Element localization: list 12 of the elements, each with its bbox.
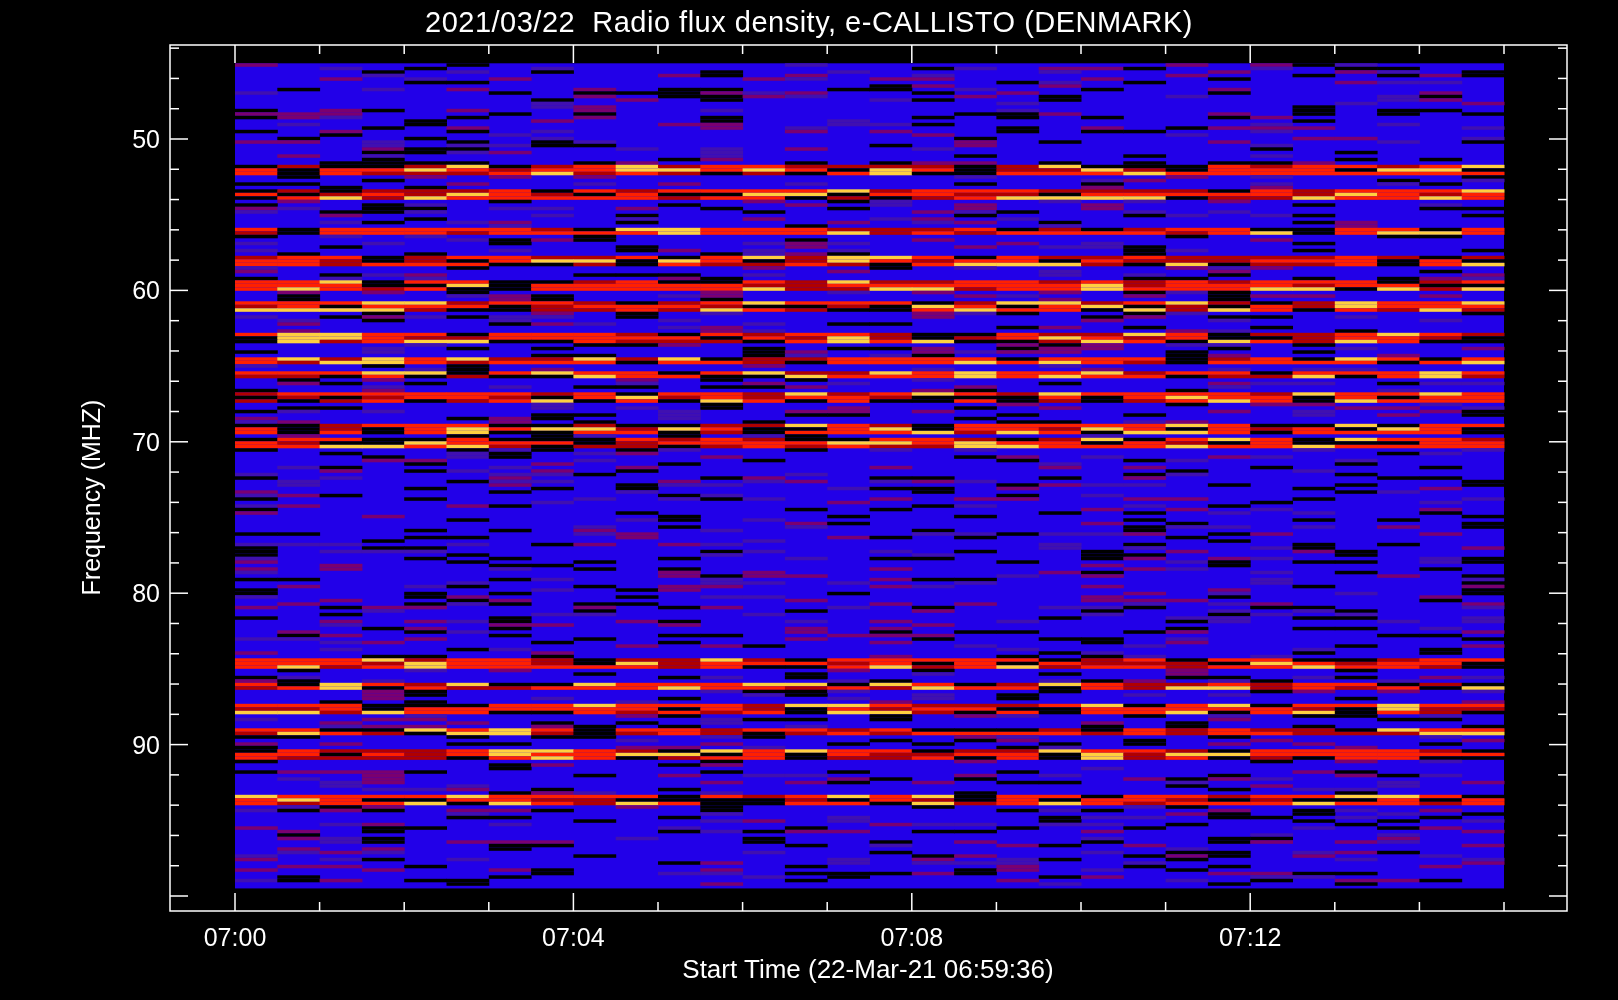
tick-label: 07:08 — [880, 923, 944, 951]
tick-label: 60 — [132, 276, 160, 305]
tick-label: 07:12 — [1218, 923, 1282, 951]
tick-label: 50 — [132, 125, 160, 153]
tick-label: 07:04 — [542, 923, 605, 951]
tick-label: 70 — [132, 427, 160, 456]
tick-label: 80 — [132, 579, 160, 608]
tick-label: 07:00 — [203, 923, 267, 951]
axis-label: Frequency (MHZ) — [77, 399, 105, 596]
plot-title: 2021/03/22 Radio flux density, e-CALLISTO (DENMARK) — [425, 4, 1193, 40]
axis-label: Start Time (22-Mar-21 06:59:36) — [682, 954, 1054, 984]
tick-label: 90 — [132, 730, 160, 759]
